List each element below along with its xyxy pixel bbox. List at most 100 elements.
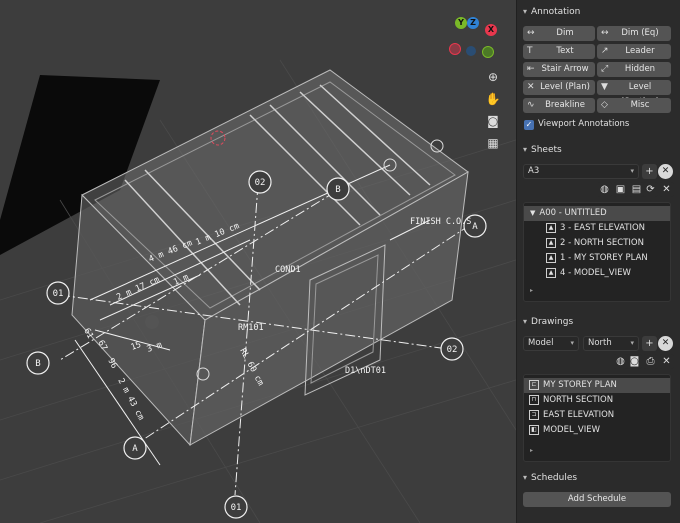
remove-sheet-button[interactable]: ✕	[658, 164, 673, 179]
add-drawing-button[interactable]: +	[642, 336, 657, 351]
chevron-down-icon: ▾	[523, 473, 528, 482]
gizmo-neg-x[interactable]	[449, 43, 461, 55]
sheets-title: Sheets	[531, 145, 562, 155]
sheet-view-item[interactable]: ▲ 4 - MODEL_VIEW	[524, 266, 670, 281]
bubble-02-right-label: 02	[447, 345, 458, 355]
text-button[interactable]: T Text	[523, 44, 595, 59]
breakline-button[interactable]: ∿ Breakline	[523, 98, 595, 113]
schedules-panel: ▾ Schedules Add Schedule	[517, 468, 680, 518]
image-icon: ▲	[546, 267, 556, 278]
misc-button[interactable]: ◇ Misc	[597, 98, 671, 113]
remove-drawing-button[interactable]: ✕	[658, 336, 673, 351]
expand-arrow-icon: ▼	[530, 209, 536, 217]
level-section-button[interactable]: ▼Level (Section)	[597, 80, 671, 107]
door-label: D1\nDT01	[345, 366, 386, 376]
leader-icon: ↗	[601, 46, 609, 56]
globe-icon[interactable]: ◍	[597, 182, 612, 197]
schedules-title: Schedules	[531, 473, 578, 483]
stair-arrow-button[interactable]: ⇤ Stair Arrow	[523, 62, 595, 77]
sheet-view-item[interactable]: ▲ 2 - NORTH SECTION	[524, 236, 670, 251]
chevron-down-icon: ▾	[570, 339, 574, 347]
bubble-b-top-label: B	[335, 185, 340, 195]
sheet-size-select[interactable]: A3 ▾	[523, 164, 639, 179]
add-sheet-button[interactable]: +	[642, 164, 657, 179]
close-icon[interactable]: ✕	[659, 354, 674, 369]
sheet-view-item[interactable]: ▲ 3 - EAST ELEVATION	[524, 221, 670, 236]
text-icon: T	[527, 46, 533, 56]
image-icon: ▲	[546, 237, 556, 248]
list-resize-handle[interactable]: ▸	[530, 287, 533, 294]
hand-icon[interactable]: ✋	[484, 90, 502, 108]
drawings-panel: ▾ Drawings Model ▾ North ▾ + ✕ ◍ ◙ ⎙ ✕ ⊏…	[517, 312, 680, 466]
drawing-type-value: Model	[528, 338, 554, 348]
dim-button[interactable]: ↔ Dim	[523, 26, 595, 41]
image-icon: ▲	[546, 222, 556, 233]
drawing-direction-select[interactable]: North ▾	[583, 336, 639, 351]
annotation-panel-header[interactable]: ▾ Annotation	[517, 2, 680, 22]
hidden-icon: ⤢	[601, 64, 609, 74]
gizmo-neg-z[interactable]	[466, 46, 476, 56]
marker-4	[145, 315, 159, 329]
list-resize-handle[interactable]: ▸	[530, 447, 533, 454]
sheet-size-value: A3	[528, 166, 540, 176]
sheet-item[interactable]: ▼ A00 - UNTITLED	[524, 206, 670, 221]
scene-drawing: 01 01 02 02 A A B B COND1 RM101 D1\nDT01…	[0, 59, 516, 523]
sheet-view-item[interactable]: ▲ 1 - MY STOREY PLAN	[524, 251, 670, 266]
bubble-a-bottom-label: A	[132, 444, 138, 454]
gizmo-z-axis[interactable]: Z	[467, 17, 479, 29]
annotation-panel: ▾ Annotation ↔ Dim ↔ Dim (Eq) T Text ↗ Leade…	[517, 2, 680, 138]
finish-label: FINISH C.O.S	[410, 217, 471, 227]
drawings-panel-header[interactable]: ▾ Drawings	[517, 312, 680, 332]
level-plan-icon: ✕	[527, 82, 535, 92]
camera-icon[interactable]: ◙	[627, 354, 642, 369]
chevron-down-icon: ▾	[523, 145, 528, 154]
globe-icon[interactable]: ◍	[613, 354, 628, 369]
image-icon: ▲	[546, 252, 556, 263]
3d-viewport[interactable]: 01 01 02 02 A A B B COND1 RM101 D1\nDT01…	[0, 0, 516, 523]
printer-icon[interactable]: ⎙	[643, 354, 658, 369]
sheets-panel: ▾ Sheets A3 ▾ + ✕ ◍ ▣ ▤ ⟳ ✕ ▼ A00 - UNTIT…	[517, 140, 680, 305]
section-icon: ⊓	[529, 394, 539, 405]
camera-icon[interactable]: ◙	[484, 112, 502, 130]
image-icon[interactable]: ▣	[613, 182, 628, 197]
bubble-01-bottom-label: 01	[231, 503, 242, 513]
chevron-down-icon: ▾	[630, 167, 634, 175]
level-section-icon: ▼	[601, 82, 608, 92]
elevation-icon: ⊐	[529, 409, 539, 420]
room-label: RM101	[238, 323, 264, 333]
bubble-a-right-label: A	[472, 222, 478, 232]
drawing-item[interactable]: ◧ MODEL_VIEW	[524, 423, 670, 438]
bubble-01-left-label: 01	[53, 289, 64, 299]
refresh-icon[interactable]: ⟳	[643, 182, 658, 197]
gizmo-neg-y[interactable]	[482, 46, 494, 58]
add-schedule-button[interactable]: Add Schedule	[523, 492, 671, 507]
annotation-title: Annotation	[531, 7, 581, 17]
leader-button[interactable]: ↗ Leader	[597, 44, 671, 59]
dim-eq-button[interactable]: ↔ Dim (Eq)	[597, 26, 671, 41]
sheet-action-icon[interactable]: ▤	[629, 182, 644, 197]
bubble-b-left-label: B	[35, 359, 40, 369]
drawing-direction-value: North	[588, 338, 612, 348]
chevron-down-icon: ▾	[523, 317, 528, 326]
sheets-panel-header[interactable]: ▾ Sheets	[517, 140, 680, 160]
drawing-type-select[interactable]: Model ▾	[523, 336, 579, 351]
bubble-02-top-label: 02	[255, 178, 266, 188]
gizmo-x-axis[interactable]: X	[485, 24, 497, 36]
close-icon[interactable]: ✕	[659, 182, 674, 197]
drawings-title: Drawings	[531, 317, 574, 327]
drawing-item[interactable]: ⊐ EAST ELEVATION	[524, 408, 670, 423]
misc-icon: ◇	[601, 100, 608, 110]
navigation-gizmo[interactable]: Y Z X	[446, 12, 502, 62]
chevron-down-icon: ▾	[523, 7, 528, 16]
drawing-item[interactable]: ⊓ NORTH SECTION	[524, 393, 670, 408]
zoom-icon[interactable]: ⊕	[484, 68, 502, 86]
sheets-list: ▼ A00 - UNTITLED ▲ 3 - EAST ELEVATION ▲ 2 -…	[523, 202, 671, 302]
grid-icon[interactable]: ▦	[484, 134, 502, 152]
viewport-annotations-checkbox[interactable]: ✓	[524, 120, 534, 130]
hidden-button[interactable]: ⤢ Hidden	[597, 62, 671, 77]
chevron-down-icon: ▾	[630, 339, 634, 347]
schedules-panel-header[interactable]: ▾ Schedules	[517, 468, 680, 488]
gizmo-y-axis[interactable]: Y	[455, 17, 467, 29]
level-plan-button[interactable]: ✕ Level (Plan)	[523, 80, 595, 95]
drawing-item[interactable]: ⊏ MY STOREY PLAN	[524, 378, 670, 393]
